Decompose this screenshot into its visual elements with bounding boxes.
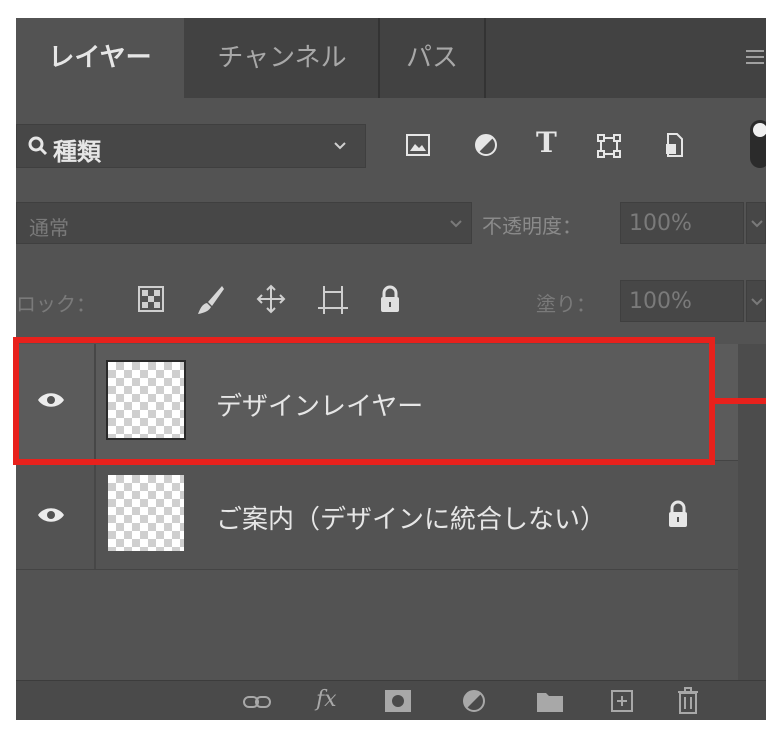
- kind-filter-select[interactable]: 種類: [16, 124, 366, 168]
- scrollbar-track[interactable]: [738, 344, 766, 680]
- chevron-down-icon: [751, 220, 763, 228]
- opacity-input[interactable]: 100%: [620, 202, 744, 244]
- eye-icon[interactable]: [36, 505, 66, 525]
- chevron-down-icon: [450, 220, 462, 228]
- trash-icon[interactable]: [676, 687, 700, 715]
- folder-icon[interactable]: [536, 689, 564, 713]
- blend-mode-value: 通常: [29, 216, 69, 240]
- layer-name: ご案内（デザインに統合しない）: [216, 505, 607, 535]
- smart-object-filter-icon[interactable]: [664, 132, 686, 158]
- lock-row: ロック： 塗り： 100%: [16, 276, 766, 326]
- lock-image-pixels-icon[interactable]: [196, 284, 226, 316]
- tab-channels[interactable]: チャンネル: [186, 18, 378, 98]
- filter-toggle-icon[interactable]: [750, 120, 766, 168]
- opacity-slider-toggle[interactable]: [746, 202, 766, 244]
- tab-layers[interactable]: レイヤー: [16, 18, 184, 98]
- shape-filter-icon[interactable]: [596, 133, 622, 159]
- filter-row: 種類 T: [16, 116, 766, 176]
- image-filter-icon[interactable]: [406, 134, 430, 156]
- lock-position-icon[interactable]: [256, 284, 286, 314]
- search-icon: [28, 136, 48, 156]
- fill-slider-toggle[interactable]: [746, 280, 766, 322]
- panel-tab-bar: レイヤー チャンネル パス: [16, 18, 766, 98]
- chevron-down-icon: [751, 298, 763, 306]
- layer-row[interactable]: ご案内（デザインに統合しない）: [16, 461, 738, 570]
- panel-footer: fx: [16, 680, 766, 720]
- lock-label: ロック：: [16, 292, 96, 316]
- opacity-value: 100%: [629, 211, 692, 236]
- panel-menu-icon[interactable]: [746, 50, 764, 68]
- type-filter-icon[interactable]: T: [536, 126, 557, 159]
- lock-icon: [669, 500, 687, 527]
- tab-paths[interactable]: パス: [380, 18, 484, 98]
- lock-artboard-icon[interactable]: [316, 284, 350, 316]
- new-layer-icon[interactable]: [610, 689, 634, 713]
- fill-input[interactable]: 100%: [620, 280, 744, 322]
- layer-thumbnail: [108, 475, 184, 551]
- fill-label: 塗り：: [536, 292, 596, 316]
- layer-mask-icon[interactable]: [384, 689, 412, 713]
- tab-divider: [484, 18, 486, 98]
- adjustment-filter-icon[interactable]: [474, 133, 498, 157]
- lock-transparent-pixels-icon[interactable]: [138, 286, 164, 312]
- blend-mode-select[interactable]: 通常: [16, 202, 472, 244]
- lock-all-icon[interactable]: [378, 284, 402, 314]
- fill-value: 100%: [629, 289, 692, 314]
- opacity-label: 不透明度：: [482, 214, 582, 238]
- kind-filter-label: 種類: [53, 138, 101, 166]
- fx-icon[interactable]: fx: [316, 687, 337, 712]
- column-divider: [94, 461, 96, 569]
- adjustment-layer-icon[interactable]: [462, 689, 488, 715]
- link-layers-icon[interactable]: [242, 693, 272, 711]
- chevron-down-icon: [334, 142, 346, 150]
- highlight-box: [13, 337, 715, 465]
- blend-row: 通常 不透明度： 100%: [16, 196, 766, 246]
- highlight-connector: [715, 398, 766, 404]
